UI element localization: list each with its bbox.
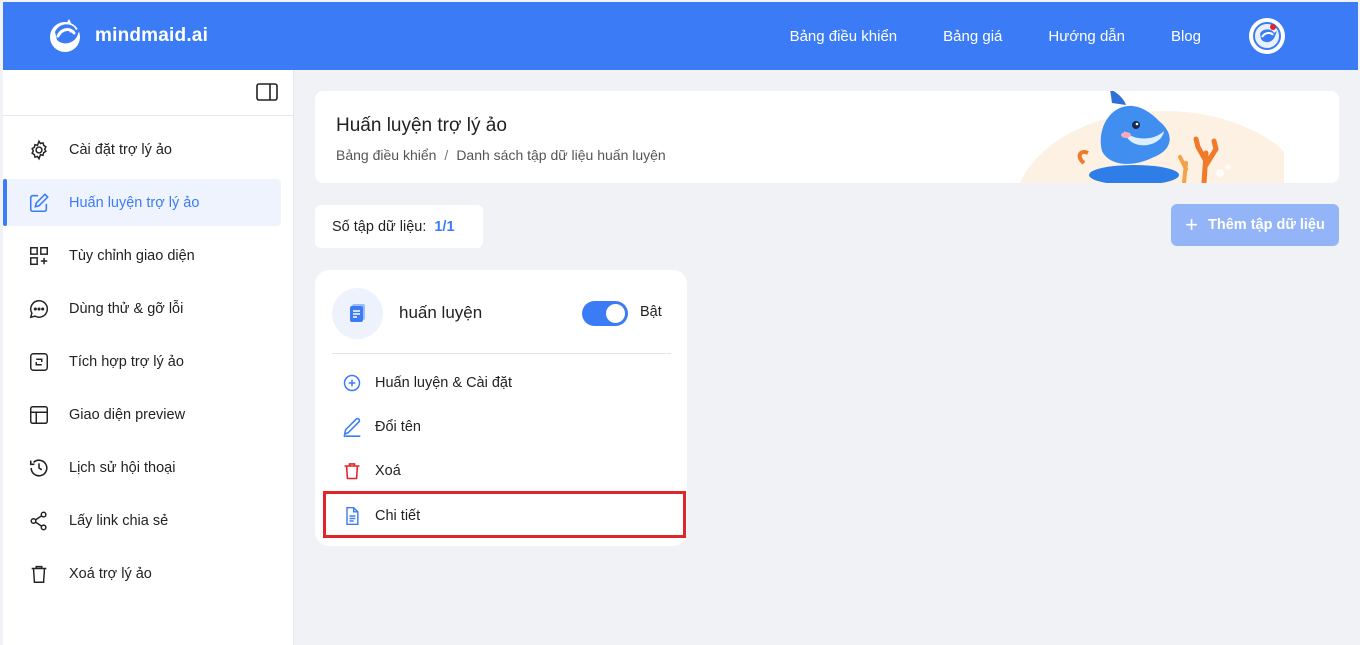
avatar-dolphin-icon bbox=[1253, 22, 1281, 50]
sidebar-item-training[interactable]: Huấn luyện trợ lý ảo bbox=[3, 179, 281, 226]
sidebar-divider bbox=[3, 115, 293, 116]
sidebar-item-delete-assistant[interactable]: Xoá trợ lý ảo bbox=[3, 550, 294, 597]
nav-pricing[interactable]: Bảng giá bbox=[943, 28, 1002, 45]
breadcrumb-separator: / bbox=[444, 147, 449, 163]
dolphin-mascot-illustration bbox=[1020, 91, 1284, 183]
sidebar-item-label: Huấn luyện trợ lý ảo bbox=[69, 194, 200, 211]
breadcrumb-dataset-list: Danh sách tập dữ liệu huấn luyện bbox=[456, 147, 666, 163]
share-icon bbox=[27, 509, 51, 533]
nav-dashboard[interactable]: Bảng điều khiển bbox=[790, 28, 898, 45]
sidebar-item-label: Tích hợp trợ lý ảo bbox=[69, 353, 184, 370]
action-label: Huấn luyện & Cài đặt bbox=[375, 375, 513, 391]
page-banner: Huấn luyện trợ lý ảo Bảng điều khiển / D… bbox=[315, 91, 1339, 183]
sidebar-item-try-debug[interactable]: Dùng thử & gỡ lỗi bbox=[3, 285, 294, 332]
breadcrumb: Bảng điều khiển / Danh sách tập dữ liệu … bbox=[336, 147, 666, 163]
top-nav: Bảng điều khiển Bảng giá Hướng dẫn Blog bbox=[790, 2, 1358, 70]
action-label: Xoá bbox=[375, 463, 401, 479]
sidebar-item-label: Lấy link chia sẻ bbox=[69, 512, 169, 529]
integration-icon bbox=[27, 350, 51, 374]
sidebar-item-share-link[interactable]: Lấy link chia sẻ bbox=[3, 497, 294, 544]
add-dataset-label: Thêm tập dữ liệu bbox=[1208, 217, 1325, 233]
history-icon bbox=[27, 456, 51, 480]
sidebar: Cài đặt trợ lý ảo Huấn luyện trợ lý ảo T… bbox=[3, 70, 294, 645]
card-divider bbox=[332, 353, 671, 354]
sidebar-menu: Cài đặt trợ lý ảo Huấn luyện trợ lý ảo T… bbox=[3, 126, 294, 603]
dataset-enabled-toggle[interactable] bbox=[582, 301, 628, 326]
sidebar-item-label: Xoá trợ lý ảo bbox=[69, 565, 152, 582]
sidebar-item-label: Lịch sử hội thoại bbox=[69, 459, 176, 476]
sidebar-item-label: Tùy chỉnh giao diện bbox=[69, 247, 195, 264]
pen-icon bbox=[341, 416, 363, 438]
user-avatar[interactable] bbox=[1249, 18, 1285, 54]
toggle-knob bbox=[606, 304, 625, 323]
plus-icon: + bbox=[1185, 212, 1198, 237]
brand[interactable]: mindmaid.ai bbox=[45, 16, 208, 56]
trash-icon bbox=[27, 562, 51, 586]
edit-icon bbox=[27, 191, 51, 215]
sidebar-collapse-icon[interactable] bbox=[256, 83, 278, 101]
sidebar-item-history[interactable]: Lịch sử hội thoại bbox=[3, 444, 294, 491]
grid-plus-icon bbox=[27, 244, 51, 268]
action-train-settings[interactable]: Huấn luyện & Cài đặt bbox=[341, 368, 512, 398]
sidebar-item-preview[interactable]: Giao diện preview bbox=[3, 391, 294, 438]
action-delete[interactable]: Xoá bbox=[341, 456, 401, 486]
dataset-document-icon bbox=[332, 287, 383, 339]
sidebar-item-label: Giao diện preview bbox=[69, 406, 186, 423]
dataset-count-label: Số tập dữ liệu: bbox=[332, 218, 427, 235]
action-rename[interactable]: Đổi tên bbox=[341, 412, 421, 442]
gear-icon bbox=[27, 138, 51, 162]
top-header: mindmaid.ai Bảng điều khiển Bảng giá Hướ… bbox=[3, 2, 1358, 70]
plus-circle-icon bbox=[341, 372, 363, 394]
page-title: Huấn luyện trợ lý ảo bbox=[336, 115, 507, 136]
dataset-card-header: huấn luyện Bật bbox=[332, 287, 671, 339]
brand-name: mindmaid.ai bbox=[95, 25, 209, 46]
nav-blog[interactable]: Blog bbox=[1171, 28, 1201, 45]
action-label: Đổi tên bbox=[375, 419, 421, 435]
trash-icon bbox=[341, 460, 363, 482]
nav-guide[interactable]: Hướng dẫn bbox=[1048, 28, 1125, 45]
sidebar-item-label: Cài đặt trợ lý ảo bbox=[69, 141, 172, 158]
add-dataset-button[interactable]: + Thêm tập dữ liệu bbox=[1171, 204, 1339, 246]
dataset-count: Số tập dữ liệu: 1/1 bbox=[315, 205, 483, 248]
sidebar-item-customize[interactable]: Tùy chỉnh giao diện bbox=[3, 232, 294, 279]
layout-icon bbox=[27, 403, 51, 427]
breadcrumb-dashboard[interactable]: Bảng điều khiển bbox=[336, 147, 436, 163]
dataset-count-value: 1/1 bbox=[434, 218, 455, 235]
dolphin-logo-icon bbox=[50, 19, 81, 52]
chat-icon bbox=[27, 297, 51, 321]
toggle-label: Bật bbox=[640, 304, 662, 320]
details-highlight-box bbox=[323, 491, 686, 538]
sidebar-item-label: Dùng thử & gỡ lỗi bbox=[69, 300, 184, 317]
dataset-name: huấn luyện bbox=[399, 303, 483, 322]
sidebar-item-integration[interactable]: Tích hợp trợ lý ảo bbox=[3, 338, 294, 385]
sidebar-item-settings[interactable]: Cài đặt trợ lý ảo bbox=[3, 126, 294, 173]
